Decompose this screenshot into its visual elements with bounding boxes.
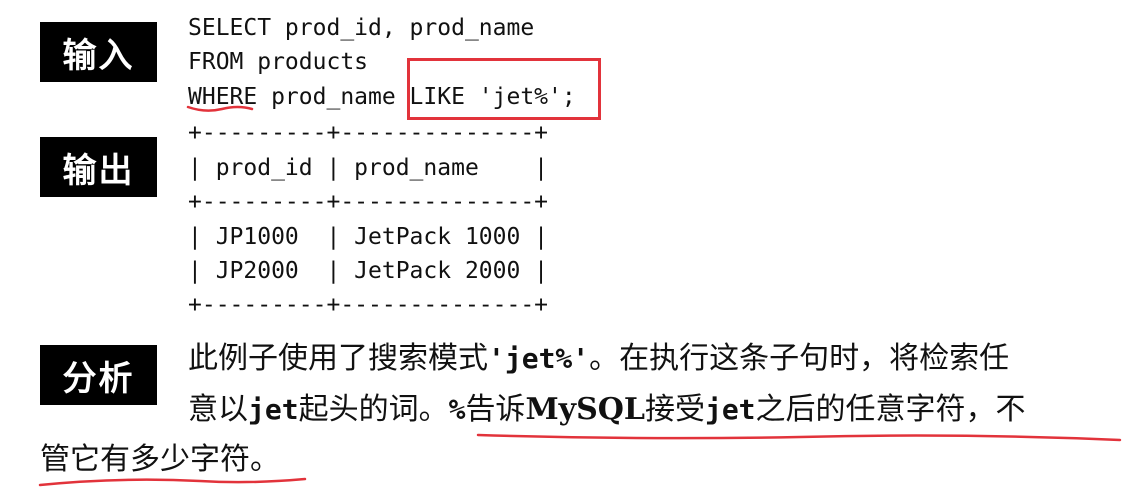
sql-select-line: SELECT prod_id, prod_name	[188, 15, 535, 41]
table-header-row: | prod_id | prod_name |	[188, 155, 549, 181]
explanation-line-2: 意以jet起头的词。%告诉MySQL接受jet之后的任意字符，不	[188, 390, 1026, 430]
explanation-text: 起头的词。	[298, 392, 449, 427]
inline-code: jet	[248, 393, 299, 426]
input-label: 输入	[40, 22, 157, 82]
explanation-text: 之后的任意字符，不	[755, 392, 1026, 427]
explanation-text: 告诉	[465, 392, 526, 427]
output-label: 输出	[40, 137, 157, 197]
explanation-text: 。在执行这条子句时，将检索任	[589, 341, 1010, 376]
table-row: | JP2000 | JetPack 2000 |	[188, 258, 549, 284]
explanation-underline-1	[476, 433, 1122, 442]
like-highlight-box	[407, 58, 601, 120]
sql-from-line: FROM products	[188, 49, 369, 75]
explanation-line-3: 管它有多少字符。	[40, 442, 280, 477]
explanation-text: 接受	[644, 392, 705, 427]
inline-code: 'jet%'	[488, 342, 590, 375]
table-border-mid: +---------+--------------+	[188, 189, 549, 215]
table-border-bottom: +---------+--------------+	[188, 292, 549, 318]
explanation-text: 此例子使用了搜索模式	[188, 341, 488, 376]
explanation-text: 意以	[188, 392, 248, 427]
table-row: | JP1000 | JetPack 1000 |	[188, 224, 549, 250]
mysql-term: MySQL	[525, 392, 645, 427]
analysis-label: 分析	[40, 345, 157, 405]
inline-code: jet	[704, 393, 756, 426]
table-border-top: +---------+--------------+	[188, 120, 549, 146]
explanation-line-1: 此例子使用了搜索模式'jet%'。在执行这条子句时，将检索任	[188, 339, 1009, 379]
inline-code: %	[448, 393, 466, 426]
